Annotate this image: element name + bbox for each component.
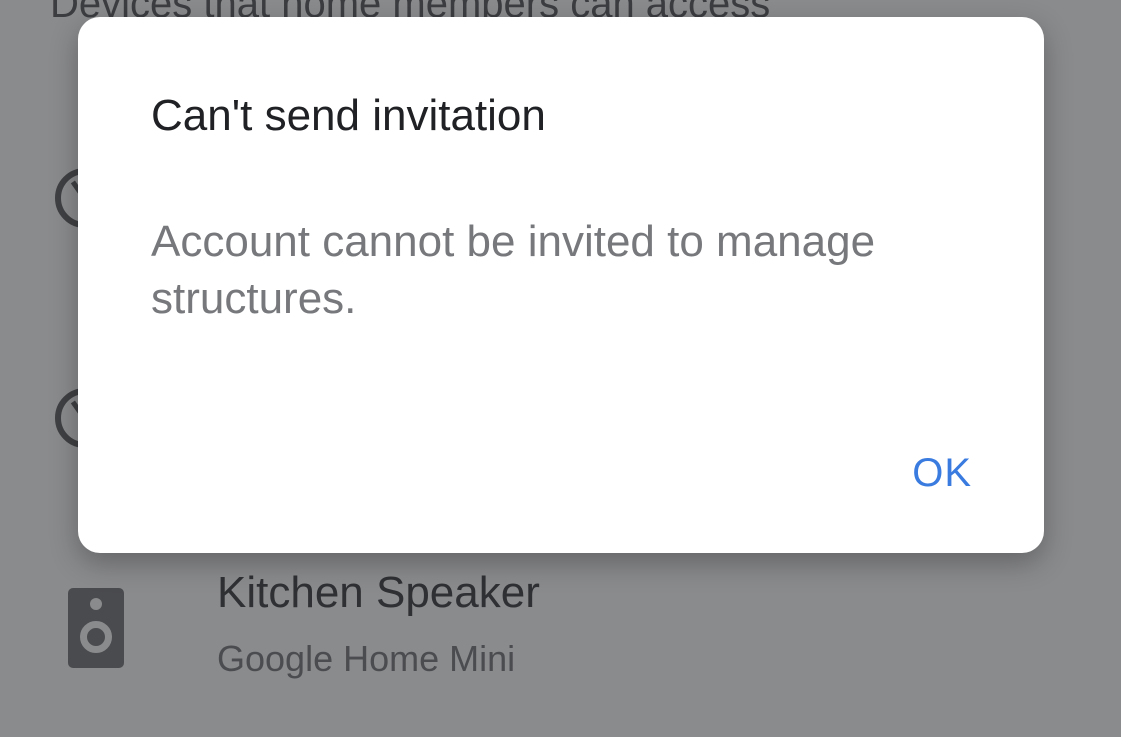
screen: Devices that home members can access Kit… (0, 0, 1121, 737)
device-type: Google Home Mini (217, 638, 516, 679)
ok-button[interactable]: OK (912, 451, 972, 496)
device-name: Kitchen Speaker (217, 568, 540, 617)
alert-dialog: Can't send invitation Account cannot be … (78, 17, 1044, 553)
speaker-icon (68, 588, 124, 668)
dialog-title: Can't send invitation (151, 91, 546, 140)
dialog-message: Account cannot be invited to manage stru… (151, 217, 876, 323)
